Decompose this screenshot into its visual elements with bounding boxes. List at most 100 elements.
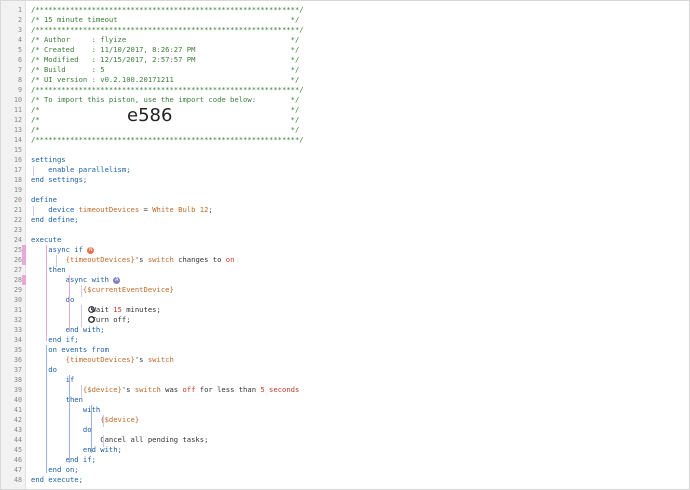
line-text: do — [31, 295, 75, 305]
code-line: 17 enable parallelism; — [1, 165, 687, 175]
code-token: {$device} — [31, 385, 122, 394]
line-text: Cancel all pending tasks; — [31, 435, 208, 445]
line-text: /***************************************… — [31, 85, 304, 95]
code-token: if — [31, 375, 75, 384]
code-token: /***************************************… — [31, 85, 304, 94]
code-token: async if — [31, 245, 88, 254]
code-line: 11/* */ — [1, 105, 687, 115]
line-text: do — [31, 425, 92, 435]
inner-with-guide — [91, 405, 92, 453]
line-number: 32 — [14, 316, 22, 324]
code-token: /***************************************… — [31, 25, 304, 34]
line-number: 30 — [14, 296, 22, 304]
async-if-badge-icon: N — [87, 246, 95, 254]
line-number: 22 — [14, 216, 22, 224]
code-token: /***************************************… — [31, 135, 304, 144]
code-token: end settings; — [31, 175, 88, 184]
line-number: 27 — [14, 266, 22, 274]
code-token: for less than — [195, 385, 261, 394]
line-text: then — [31, 265, 66, 275]
code-line: 36 {timeoutDevices}'s switch — [1, 355, 687, 365]
line-text: if — [31, 375, 75, 385]
line-text: {timeoutDevices}'s switch — [31, 355, 174, 365]
gutter-marker — [22, 275, 26, 285]
line-text: end with; — [31, 445, 122, 455]
code-line: 32 Turn off; — [1, 315, 687, 325]
code-line: 47 end on; — [1, 465, 687, 475]
if-block-guide — [46, 245, 47, 341]
code-line: 34 end if; — [1, 335, 687, 345]
code-line: 9 /**************************************… — [1, 85, 687, 95]
code-line: 19 — [1, 185, 687, 195]
code-line: 15 — [1, 145, 687, 155]
code-token: settings — [31, 155, 66, 164]
code-line: 2 /* 15 minute timeout */ — [1, 15, 687, 25]
settings-guide — [33, 166, 34, 176]
gutter-marker — [22, 245, 26, 255]
code-line: 25 async if N — [1, 245, 687, 255]
code-line: 28 async with A — [1, 275, 687, 285]
code-line: 6 /* Modified : 12/15/2017, 2:57:57 PM */ — [1, 55, 687, 65]
code-line: 14 /*************************************… — [1, 135, 687, 145]
on-block-guide — [46, 345, 47, 473]
code-token: end on; — [31, 465, 79, 474]
code-line: 4 /* Author : flyize */ — [1, 35, 687, 45]
code-lines: 1 /**************************************… — [1, 5, 687, 485]
code-token: with — [31, 405, 101, 414]
line-text: enable parallelism; — [31, 165, 130, 175]
code-line: 29 {$currentEventDevice} — [1, 285, 687, 295]
line-text: end execute; — [31, 475, 83, 485]
line-text: end settings; — [31, 175, 87, 185]
line-number: 12 — [14, 116, 22, 124]
line-number: 16 — [14, 156, 22, 164]
code-token: 's — [121, 385, 135, 394]
line-text: /* Created : 11/10/2017, 8:26:27 PM */ — [31, 45, 299, 55]
inner-if-cond-guide — [81, 385, 82, 397]
code-token: was — [160, 385, 183, 394]
line-number: 41 — [14, 406, 22, 414]
code-line: 18 end settings; — [1, 175, 687, 185]
line-text: define — [31, 195, 57, 205]
code-token: /* UI version : v0.2.100.20171211 */ — [31, 75, 300, 84]
line-text: async if N — [31, 245, 95, 255]
line-number: 17 — [14, 166, 22, 174]
code-token: Cancel all pending tasks; — [31, 435, 209, 444]
async-with-badge-icon: A — [113, 276, 121, 284]
code-line: 41 with — [1, 405, 687, 415]
code-line: 5 /* Created : 11/10/2017, 8:26:27 PM */ — [1, 45, 687, 55]
line-number: 6 — [18, 56, 22, 64]
code-token: 's — [134, 355, 148, 364]
code-token: end if; — [31, 455, 96, 464]
code-token: off — [182, 385, 196, 394]
line-number: 31 — [14, 306, 22, 314]
line-text: end if; — [31, 455, 96, 465]
with-block-guide — [69, 275, 70, 331]
code-line: 7 /* Build : 5 */ — [1, 65, 687, 75]
line-number: 21 — [14, 206, 22, 214]
line-text: end on; — [31, 465, 79, 475]
code-token: White Bulb 12 — [152, 205, 209, 214]
line-number: 10 — [14, 96, 22, 104]
code-token: end if; — [31, 335, 79, 344]
line-text: execute — [31, 235, 61, 245]
line-text: device timeoutDevices = White Bulb 12; — [31, 205, 212, 215]
line-number: 25 — [14, 246, 22, 254]
line-number: 1 — [18, 6, 22, 14]
line-number: 44 — [14, 436, 22, 444]
code-line: 12/* */ — [1, 115, 687, 125]
define-guide — [33, 206, 34, 216]
code-token: then — [31, 265, 66, 274]
code-line: 10 /* To import this piston, use the impo… — [1, 95, 687, 105]
line-text: /* To import this piston, use the import… — [31, 95, 299, 105]
line-number: 23 — [14, 226, 22, 234]
line-number: 38 — [14, 376, 22, 384]
code-line: 38 if — [1, 375, 687, 385]
inner-if-guide — [69, 375, 70, 463]
line-number: 37 — [14, 366, 22, 374]
line-text: /* UI version : v0.2.100.20171211 */ — [31, 75, 299, 85]
code-token: do — [31, 425, 92, 434]
line-number: 7 — [18, 66, 22, 74]
code-token: define — [31, 195, 57, 204]
line-number: 5 — [18, 46, 22, 54]
code-line: 22 end define; — [1, 215, 687, 225]
